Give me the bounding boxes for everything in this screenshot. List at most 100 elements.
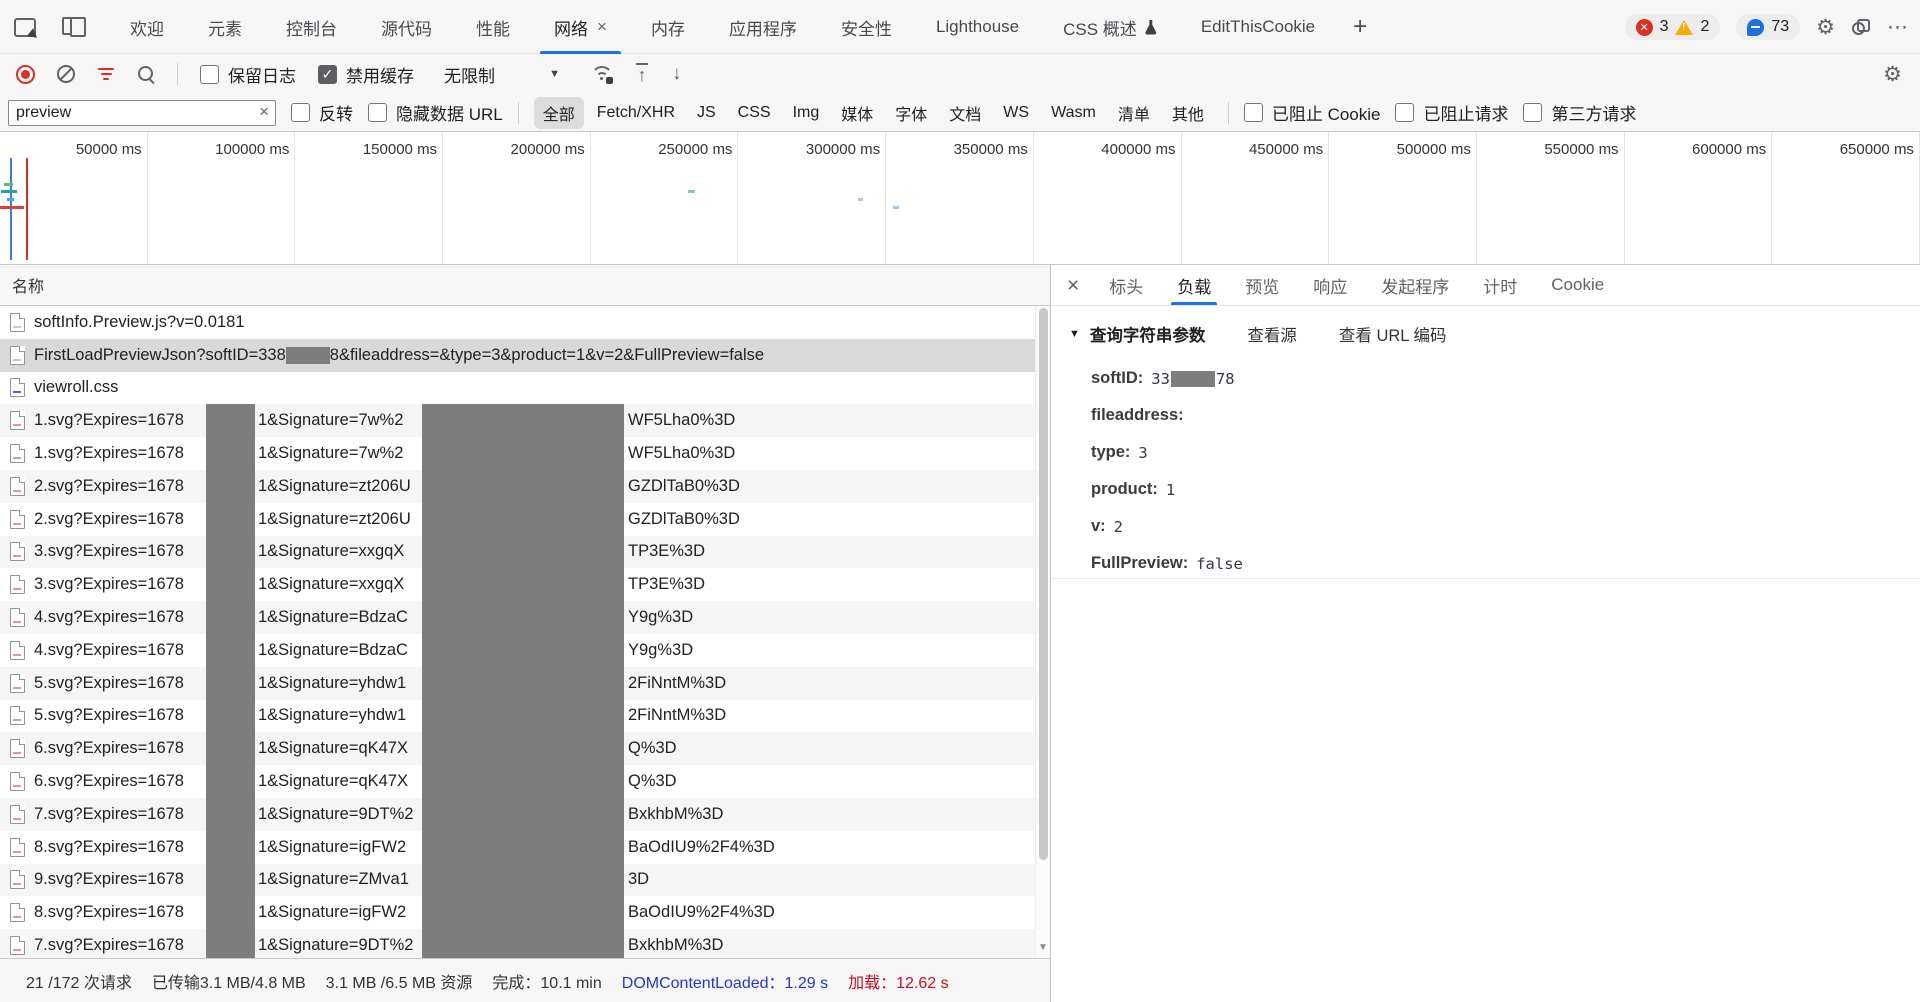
chevron-down-icon: ▼ <box>549 68 560 80</box>
type-filter-doc[interactable]: 文档 <box>940 97 990 129</box>
add-tab-button[interactable]: + <box>1337 0 1383 54</box>
details-tab-preview[interactable]: 预览 <box>1233 265 1291 305</box>
inspect-element-icon[interactable] <box>14 18 36 37</box>
request-name-tail: 2FiNntM%3D <box>628 706 726 725</box>
filter-input[interactable] <box>8 100 276 126</box>
request-name: softInfo.Preview.js?v=0.0181 <box>34 313 245 332</box>
disable-cache-checkbox[interactable]: ✓ 禁用缓存 <box>318 62 414 87</box>
type-filter-fetch-xhr[interactable]: Fetch/XHR <box>588 100 684 126</box>
details-tab-payload[interactable]: 负载 <box>1165 265 1223 305</box>
request-name-tail: GZDlTaB0%3D <box>628 477 740 496</box>
messages-badge[interactable]: 73 <box>1736 14 1800 40</box>
request-name-tail: TP3E%3D <box>628 575 705 594</box>
search-icon[interactable] <box>137 65 155 83</box>
param-key: softID: <box>1091 369 1143 388</box>
type-filter-ws[interactable]: WS <box>994 100 1038 126</box>
timeline-tick: 600000 ms <box>1625 132 1773 264</box>
details-tab-headers[interactable]: 标头 <box>1097 265 1155 305</box>
clear-filter-icon[interactable]: × <box>259 102 269 122</box>
tab-performance[interactable]: 性能 <box>454 0 532 54</box>
more-menu-icon[interactable]: ⋯ <box>1887 17 1908 38</box>
table-row[interactable]: FirstLoadPreviewJson?softID=3388&fileadd… <box>0 339 1050 372</box>
close-tab-icon[interactable]: × <box>597 17 607 37</box>
timeline-tick: 500000 ms <box>1329 132 1477 264</box>
details-tab-initiator[interactable]: 发起程序 <box>1369 265 1461 305</box>
section-title: 查询字符串参数 <box>1090 322 1206 346</box>
throttling-dropdown[interactable]: 无限制 ▼ <box>436 58 568 91</box>
devtools-tab-bar: 欢迎元素控制台源代码性能网络×内存应用程序安全性LighthouseCSS 概述… <box>0 0 1920 54</box>
tab-network[interactable]: 网络× <box>532 0 629 54</box>
type-filter-manifest[interactable]: 清单 <box>1109 97 1159 129</box>
tab-memory[interactable]: 内存 <box>629 0 707 54</box>
scrollbar-thumb[interactable] <box>1039 308 1048 860</box>
details-tab-response[interactable]: 响应 <box>1301 265 1359 305</box>
network-conditions-icon[interactable] <box>590 65 612 83</box>
hide-data-url-checkbox[interactable]: 隐藏数据 URL <box>368 100 503 125</box>
filter-icon[interactable] <box>97 67 115 82</box>
tab-console[interactable]: 控制台 <box>264 0 359 54</box>
type-filter-all[interactable]: 全部 <box>534 97 584 129</box>
type-filter-css[interactable]: CSS <box>729 100 780 126</box>
tab-lighthouse[interactable]: Lighthouse <box>914 0 1041 54</box>
tab-sources[interactable]: 源代码 <box>359 0 454 54</box>
type-filter-wasm[interactable]: Wasm <box>1042 100 1105 126</box>
details-tab-timing[interactable]: 计时 <box>1471 265 1529 305</box>
record-network-log-icon[interactable] <box>16 65 35 84</box>
file-icon <box>10 772 25 791</box>
clear-network-log-icon[interactable] <box>57 65 75 83</box>
network-overview-timeline[interactable]: 50000 ms100000 ms150000 ms200000 ms25000… <box>0 132 1920 265</box>
param-value-suffix: 78 <box>1216 370 1235 388</box>
tab-label: 元素 <box>208 15 242 40</box>
device-toolbar-icon[interactable] <box>62 17 86 37</box>
tab-application[interactable]: 应用程序 <box>707 0 819 54</box>
request-name-prefix: 9.svg?Expires=1678 <box>34 870 184 889</box>
table-header-row[interactable]: 名称 <box>0 265 1050 306</box>
request-name-prefix: 6.svg?Expires=1678 <box>34 739 184 758</box>
view-url-encoded-button[interactable]: 查看 URL 编码 <box>1339 322 1447 346</box>
blocked-cookies-checkbox[interactable]: 已阻止 Cookie <box>1244 100 1381 125</box>
request-name-prefix: 1.svg?Expires=1678 <box>34 411 184 430</box>
request-name-mid: 1&Signature=xxgqX <box>258 575 404 594</box>
type-filter-img[interactable]: Img <box>784 100 829 126</box>
view-source-button[interactable]: 查看源 <box>1247 322 1297 346</box>
extensions-icon[interactable] <box>1851 18 1871 36</box>
checkbox-unchecked-icon <box>200 65 219 84</box>
blocked-requests-checkbox[interactable]: 已阻止请求 <box>1395 100 1508 125</box>
export-har-icon[interactable]: ↓ <box>672 63 682 85</box>
collapse-triangle-icon[interactable]: ▼ <box>1069 328 1080 340</box>
type-filter-other[interactable]: 其他 <box>1163 97 1213 129</box>
details-tab-cookies[interactable]: Cookie <box>1539 265 1616 305</box>
request-name-mid: 1&Signature=7w%2 <box>258 411 403 430</box>
import-har-icon[interactable]: ↑ <box>634 63 650 85</box>
param-key: type: <box>1091 443 1130 462</box>
vertical-scrollbar[interactable]: ▼ <box>1035 306 1050 958</box>
scrollbar-down-arrow-icon[interactable]: ▼ <box>1036 939 1050 957</box>
third-party-checkbox[interactable]: 第三方请求 <box>1523 100 1636 125</box>
invert-filter-checkbox[interactable]: 反转 <box>291 100 353 125</box>
param-key: v: <box>1091 517 1106 536</box>
request-name-mid: 1&Signature=yhdw1 <box>258 674 406 693</box>
table-row[interactable]: viewroll.css <box>0 372 1050 405</box>
tab-css-overview[interactable]: CSS 概述 <box>1041 0 1179 54</box>
type-filter-js[interactable]: JS <box>688 100 725 126</box>
tab-editthiscookie[interactable]: EditThisCookie <box>1179 0 1337 54</box>
request-name-tail: BxkhbM%3D <box>628 936 723 955</box>
errors-warnings-badge[interactable]: ✕ 3 2 <box>1625 14 1721 40</box>
network-settings-gear-icon[interactable]: ⚙ <box>1883 64 1902 85</box>
table-row[interactable]: softInfo.Preview.js?v=0.0181 <box>0 306 1050 339</box>
query-param-row: product:1 <box>1091 471 1920 508</box>
type-filter-media[interactable]: 媒体 <box>832 97 882 129</box>
name-column-header[interactable]: 名称 <box>12 273 44 297</box>
request-name-tail: TP3E%3D <box>628 542 705 561</box>
status-dom-content-loaded: DOMContentLoaded：1.29 s <box>622 969 828 993</box>
tab-security[interactable]: 安全性 <box>819 0 914 54</box>
file-icon <box>10 510 25 529</box>
type-filter-font[interactable]: 字体 <box>886 97 936 129</box>
settings-gear-icon[interactable]: ⚙ <box>1816 17 1835 38</box>
preserve-log-checkbox[interactable]: 保留日志 <box>200 62 296 87</box>
status-load: 加载：12.62 s <box>848 969 949 993</box>
tab-welcome[interactable]: 欢迎 <box>108 0 186 54</box>
close-details-icon[interactable]: × <box>1067 275 1079 296</box>
filter-divider <box>518 102 519 124</box>
tab-elements[interactable]: 元素 <box>186 0 264 54</box>
